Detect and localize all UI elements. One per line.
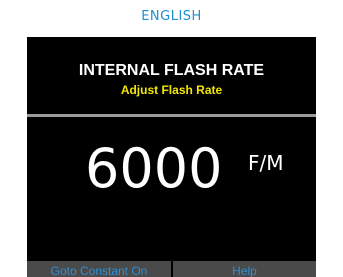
screen-subtitle: Adjust Flash Rate [120, 83, 223, 97]
header-divider [27, 114, 316, 117]
softkey-bar: Goto Constant On Help [27, 261, 316, 277]
help-button[interactable]: Help [173, 261, 316, 277]
flash-rate-unit: F/M [248, 151, 284, 175]
goto-constant-on-button[interactable]: Goto Constant On [27, 261, 171, 277]
language-label: ENGLISH [141, 9, 202, 24]
screen-title: INTERNAL FLASH RATE [78, 62, 265, 79]
flash-rate-value: 6000 [85, 137, 223, 200]
flash-rate-display: 6000 F/M [27, 139, 316, 209]
device-screen: INTERNAL FLASH RATE Adjust Flash Rate 60… [27, 37, 316, 277]
